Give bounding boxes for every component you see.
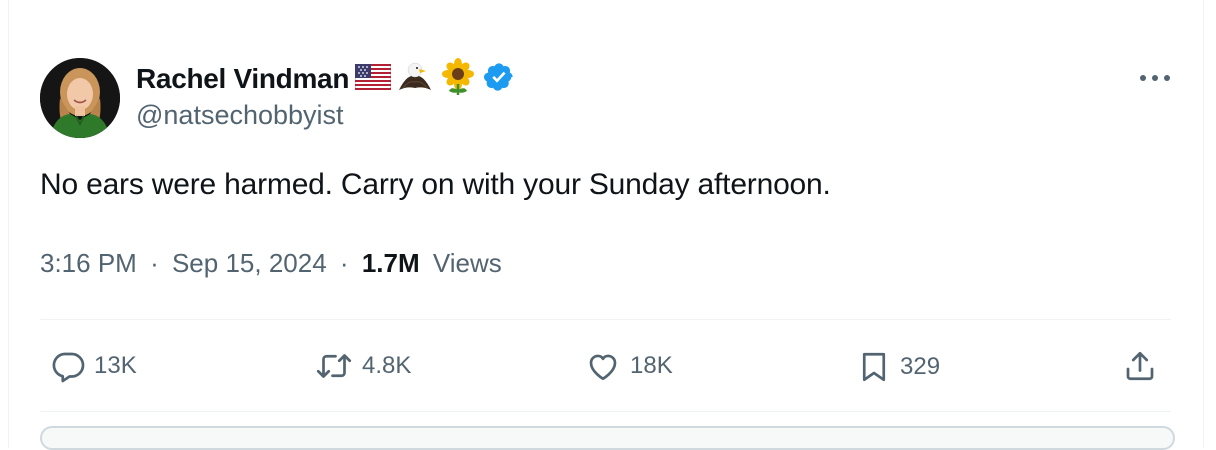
- reply-composer-edge[interactable]: [40, 426, 1175, 450]
- repost-count: 4.8K: [362, 352, 412, 379]
- tweet-date[interactable]: Sep 15, 2024: [172, 248, 327, 278]
- divider: [40, 319, 1171, 320]
- author-handle[interactable]: @natsechobbyist: [136, 100, 344, 131]
- author-name-row: Rachel Vindman: [136, 57, 515, 101]
- views-label: Views: [432, 248, 502, 278]
- bookmark-button[interactable]: 329: [856, 348, 940, 386]
- bookmark-count: 329: [900, 353, 941, 380]
- avatar[interactable]: [40, 58, 120, 138]
- reply-button[interactable]: 13K: [50, 348, 137, 384]
- tweet-meta: 3:16 PM · Sep 15, 2024 · 1.7M Views: [40, 248, 502, 279]
- repost-icon: [314, 348, 354, 384]
- verified-badge-icon: [483, 61, 515, 98]
- us-flag-icon: [354, 63, 392, 95]
- meta-separator: ·: [150, 248, 159, 278]
- repost-button[interactable]: 4.8K: [314, 348, 411, 384]
- like-count: 18K: [630, 352, 673, 379]
- eagle-icon: [397, 60, 433, 99]
- bookmark-icon: [856, 348, 892, 386]
- like-button[interactable]: 18K: [584, 348, 673, 384]
- sunflower-icon: [439, 57, 477, 101]
- meta-separator: ·: [339, 248, 349, 278]
- tweet-time[interactable]: 3:16 PM: [40, 248, 137, 278]
- heart-icon: [584, 348, 622, 384]
- tweet-text: No ears were harmed. Carry on with your …: [40, 168, 831, 201]
- tweet-actions: 13K 4.8K 18K 329: [40, 340, 1171, 396]
- share-icon: [1122, 348, 1158, 384]
- display-name[interactable]: Rachel Vindman: [136, 63, 349, 95]
- share-button[interactable]: [1122, 348, 1158, 384]
- reply-count: 13K: [94, 352, 137, 379]
- reply-icon: [50, 348, 86, 384]
- divider: [40, 411, 1171, 412]
- more-options-icon[interactable]: [1137, 64, 1173, 92]
- views-count: 1.7M: [361, 248, 420, 278]
